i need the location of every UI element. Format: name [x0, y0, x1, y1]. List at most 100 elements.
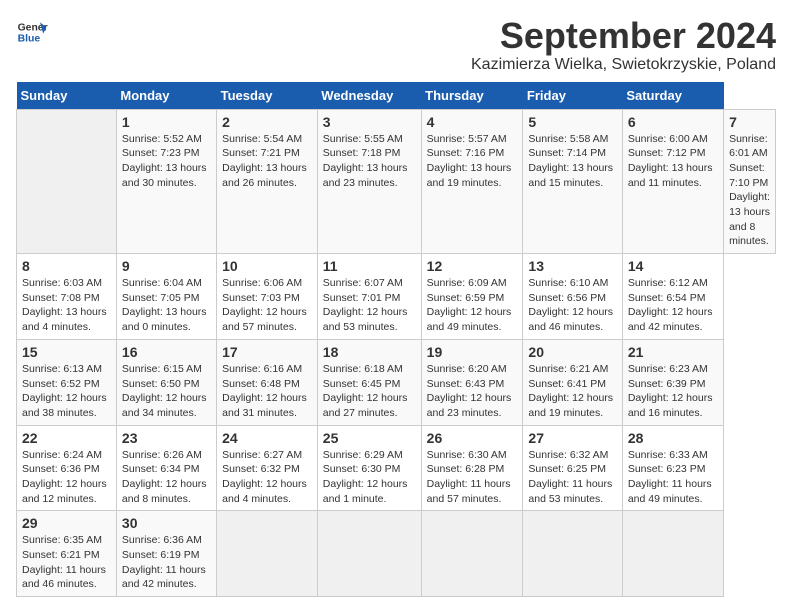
day-info: Sunrise: 5:57 AMSunset: 7:16 PMDaylight:… [427, 132, 518, 191]
calendar-cell: 1Sunrise: 5:52 AMSunset: 7:23 PMDaylight… [116, 109, 216, 254]
calendar-cell: 16 Sunrise: 6:15 AMSunset: 6:50 PMDayligh… [116, 339, 216, 425]
svg-text:Blue: Blue [18, 34, 41, 45]
header-cell-wednesday: Wednesday [317, 82, 421, 110]
day-number: 23 [122, 430, 211, 446]
day-info: Sunrise: 6:18 AMSunset: 6:45 PMDaylight:… [323, 362, 416, 421]
day-number: 12 [427, 258, 518, 274]
day-info: Sunrise: 5:52 AMSunset: 7:23 PMDaylight:… [122, 132, 211, 191]
title-area: September 2024 Kazimierza Wielka, Swieto… [471, 16, 776, 74]
calendar-cell: 8 Sunrise: 6:03 AMSunset: 7:08 PMDaylight… [17, 254, 117, 340]
calendar-cell: 6 Sunrise: 6:00 AMSunset: 7:12 PMDaylight… [622, 109, 723, 254]
day-info: Sunrise: 6:13 AMSunset: 6:52 PMDaylight:… [22, 362, 111, 421]
header-cell-tuesday: Tuesday [217, 82, 318, 110]
calendar-cell: 29 Sunrise: 6:35 AMSunset: 6:21 PMDayligh… [17, 511, 117, 597]
day-number: 6 [628, 114, 718, 130]
day-info: Sunrise: 6:30 AMSunset: 6:28 PMDaylight:… [427, 448, 518, 507]
day-number: 26 [427, 430, 518, 446]
day-info: Sunrise: 6:00 AMSunset: 7:12 PMDaylight:… [628, 132, 718, 191]
calendar-cell [317, 511, 421, 597]
day-number: 2 [222, 114, 312, 130]
header-cell-saturday: Saturday [622, 82, 723, 110]
calendar-cell: 21 Sunrise: 6:23 AMSunset: 6:39 PMDayligh… [622, 339, 723, 425]
calendar-body: 1Sunrise: 5:52 AMSunset: 7:23 PMDaylight… [17, 109, 776, 597]
day-info: Sunrise: 6:33 AMSunset: 6:23 PMDaylight:… [628, 448, 718, 507]
day-number: 10 [222, 258, 312, 274]
day-number: 20 [528, 344, 616, 360]
calendar-cell: 20 Sunrise: 6:21 AMSunset: 6:41 PMDayligh… [523, 339, 622, 425]
day-number: 5 [528, 114, 616, 130]
calendar-week-2: 8 Sunrise: 6:03 AMSunset: 7:08 PMDaylight… [17, 254, 776, 340]
calendar-cell: 3Sunrise: 5:55 AMSunset: 7:18 PMDaylight… [317, 109, 421, 254]
day-number: 17 [222, 344, 312, 360]
calendar-cell: 28 Sunrise: 6:33 AMSunset: 6:23 PMDayligh… [622, 425, 723, 511]
day-number: 29 [22, 515, 111, 531]
calendar-week-1: 1Sunrise: 5:52 AMSunset: 7:23 PMDaylight… [17, 109, 776, 254]
day-number: 14 [628, 258, 718, 274]
day-number: 19 [427, 344, 518, 360]
day-number: 21 [628, 344, 718, 360]
calendar-cell [421, 511, 523, 597]
calendar-cell: 12 Sunrise: 6:09 AMSunset: 6:59 PMDayligh… [421, 254, 523, 340]
calendar-cell: 19 Sunrise: 6:20 AMSunset: 6:43 PMDayligh… [421, 339, 523, 425]
calendar-cell [217, 511, 318, 597]
calendar-cell: 26 Sunrise: 6:30 AMSunset: 6:28 PMDayligh… [421, 425, 523, 511]
day-number: 8 [22, 258, 111, 274]
day-info: Sunrise: 6:20 AMSunset: 6:43 PMDaylight:… [427, 362, 518, 421]
calendar-cell: 2 Sunrise: 5:54 AMSunset: 7:21 PMDaylight… [217, 109, 318, 254]
day-info: Sunrise: 6:35 AMSunset: 6:21 PMDaylight:… [22, 533, 111, 592]
day-number: 30 [122, 515, 211, 531]
day-info: Sunrise: 6:16 AMSunset: 6:48 PMDaylight:… [222, 362, 312, 421]
day-number: 3 [323, 114, 416, 130]
day-number: 11 [323, 258, 416, 274]
day-info: Sunrise: 6:03 AMSunset: 7:08 PMDaylight:… [22, 276, 111, 335]
calendar-cell: 4 Sunrise: 5:57 AMSunset: 7:16 PMDaylight… [421, 109, 523, 254]
calendar-cell [622, 511, 723, 597]
calendar-week-5: 29 Sunrise: 6:35 AMSunset: 6:21 PMDayligh… [17, 511, 776, 597]
day-info: Sunrise: 6:29 AMSunset: 6:30 PMDaylight:… [323, 448, 416, 507]
day-info: Sunrise: 6:27 AMSunset: 6:32 PMDaylight:… [222, 448, 312, 507]
day-info: Sunrise: 6:09 AMSunset: 6:59 PMDaylight:… [427, 276, 518, 335]
calendar-cell: 23Sunrise: 6:26 AMSunset: 6:34 PMDayligh… [116, 425, 216, 511]
header: General Blue September 2024 Kazimierza W… [16, 16, 776, 74]
calendar-cell: 27 Sunrise: 6:32 AMSunset: 6:25 PMDayligh… [523, 425, 622, 511]
calendar-cell: 25 Sunrise: 6:29 AMSunset: 6:30 PMDayligh… [317, 425, 421, 511]
calendar-title: September 2024 [471, 16, 776, 56]
calendar-cell [523, 511, 622, 597]
day-info: Sunrise: 6:10 AMSunset: 6:56 PMDaylight:… [528, 276, 616, 335]
day-number: 18 [323, 344, 416, 360]
day-number: 7 [729, 114, 770, 130]
day-info: Sunrise: 6:04 AMSunset: 7:05 PMDaylight:… [122, 276, 211, 335]
day-number: 24 [222, 430, 312, 446]
day-info: Sunrise: 6:32 AMSunset: 6:25 PMDaylight:… [528, 448, 616, 507]
calendar-cell: 18 Sunrise: 6:18 AMSunset: 6:45 PMDayligh… [317, 339, 421, 425]
calendar-header: SundayMondayTuesdayWednesdayThursdayFrid… [17, 82, 776, 110]
calendar-subtitle: Kazimierza Wielka, Swietokrzyskie, Polan… [471, 56, 776, 74]
calendar-cell: 7 Sunrise: 6:01 AMSunset: 7:10 PMDaylight… [724, 109, 776, 254]
day-number: 4 [427, 114, 518, 130]
calendar-week-3: 15 Sunrise: 6:13 AMSunset: 6:52 PMDayligh… [17, 339, 776, 425]
header-cell-sunday: Sunday [17, 82, 117, 110]
calendar-cell: 30Sunrise: 6:36 AMSunset: 6:19 PMDayligh… [116, 511, 216, 597]
day-number: 25 [323, 430, 416, 446]
day-number: 15 [22, 344, 111, 360]
day-info: Sunrise: 6:15 AMSunset: 6:50 PMDaylight:… [122, 362, 211, 421]
calendar-cell: 13Sunrise: 6:10 AMSunset: 6:56 PMDayligh… [523, 254, 622, 340]
day-number: 28 [628, 430, 718, 446]
calendar-cell: 17 Sunrise: 6:16 AMSunset: 6:48 PMDayligh… [217, 339, 318, 425]
header-cell-friday: Friday [523, 82, 622, 110]
day-info: Sunrise: 6:23 AMSunset: 6:39 PMDaylight:… [628, 362, 718, 421]
header-cell-monday: Monday [116, 82, 216, 110]
day-number: 27 [528, 430, 616, 446]
calendar-cell: 22Sunrise: 6:24 AMSunset: 6:36 PMDayligh… [17, 425, 117, 511]
day-info: Sunrise: 6:21 AMSunset: 6:41 PMDaylight:… [528, 362, 616, 421]
day-info: Sunrise: 6:01 AMSunset: 7:10 PMDaylight:… [729, 132, 770, 250]
calendar-cell: 15 Sunrise: 6:13 AMSunset: 6:52 PMDayligh… [17, 339, 117, 425]
day-info: Sunrise: 5:58 AMSunset: 7:14 PMDaylight:… [528, 132, 616, 191]
calendar-cell: 14Sunrise: 6:12 AMSunset: 6:54 PMDayligh… [622, 254, 723, 340]
calendar-table: SundayMondayTuesdayWednesdayThursdayFrid… [16, 82, 776, 598]
day-info: Sunrise: 5:54 AMSunset: 7:21 PMDaylight:… [222, 132, 312, 191]
day-number: 9 [122, 258, 211, 274]
day-info: Sunrise: 6:07 AMSunset: 7:01 PMDaylight:… [323, 276, 416, 335]
day-number: 16 [122, 344, 211, 360]
calendar-week-4: 22Sunrise: 6:24 AMSunset: 6:36 PMDayligh… [17, 425, 776, 511]
